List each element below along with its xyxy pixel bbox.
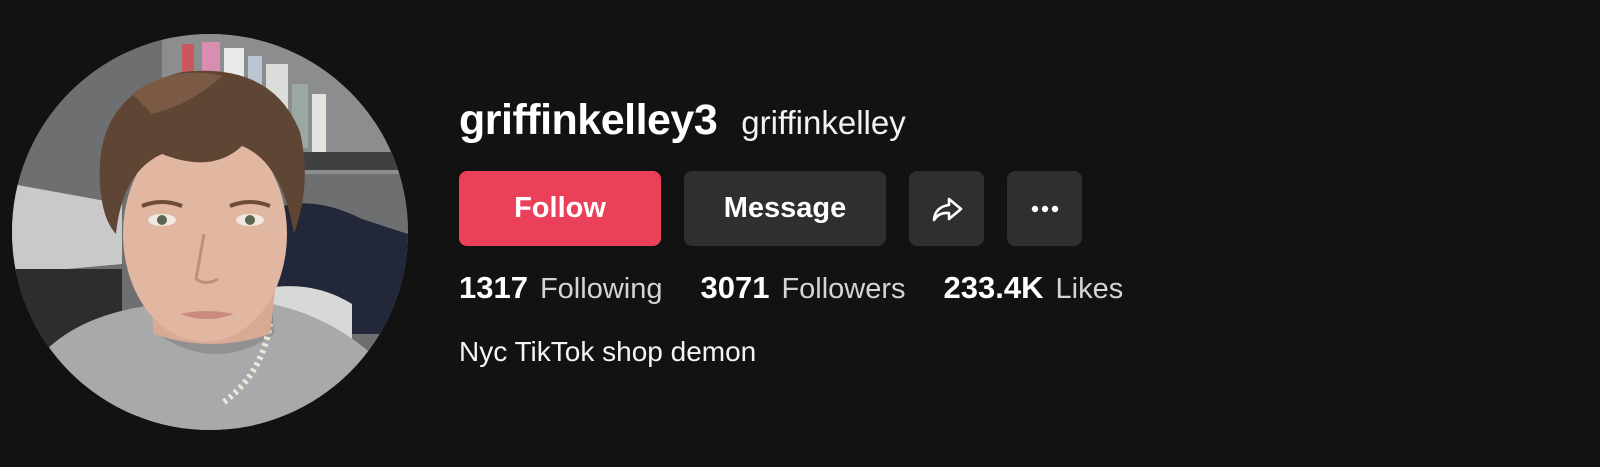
- following-label: Following: [539, 273, 663, 305]
- profile-actions: Follow Message: [459, 171, 1082, 246]
- bio: Nyc TikTok shop demon: [459, 336, 757, 367]
- followers-count: 3071: [700, 270, 770, 305]
- stat-following[interactable]: 1317 Following: [459, 270, 662, 306]
- stat-followers[interactable]: 3071 Followers: [700, 270, 905, 306]
- profile-names: griffinkelley3 griffinkelley: [459, 96, 906, 145]
- profile-info: griffinkelley3 griffinkelley Follow Mess…: [459, 0, 1600, 467]
- share-button[interactable]: [909, 171, 984, 246]
- profile-stats: 1317 Following 3071 Followers 233.4K Lik…: [459, 270, 1123, 306]
- avatar[interactable]: [12, 34, 408, 430]
- avatar-photo: [12, 34, 408, 430]
- likes-count: 233.4K: [943, 270, 1044, 305]
- more-dots-icon: [1031, 205, 1058, 212]
- share-arrow-icon: [932, 197, 962, 221]
- message-button[interactable]: Message: [684, 171, 886, 246]
- nickname: griffinkelley: [741, 104, 906, 141]
- following-count: 1317: [459, 270, 528, 305]
- profile-header: griffinkelley3 griffinkelley Follow Mess…: [0, 0, 1600, 467]
- followers-label: Followers: [781, 273, 906, 305]
- follow-button[interactable]: Follow: [459, 171, 661, 246]
- more-button[interactable]: [1007, 171, 1082, 246]
- likes-label: Likes: [1055, 273, 1124, 305]
- username: griffinkelley3: [459, 96, 718, 144]
- stat-likes: 233.4K Likes: [944, 270, 1124, 306]
